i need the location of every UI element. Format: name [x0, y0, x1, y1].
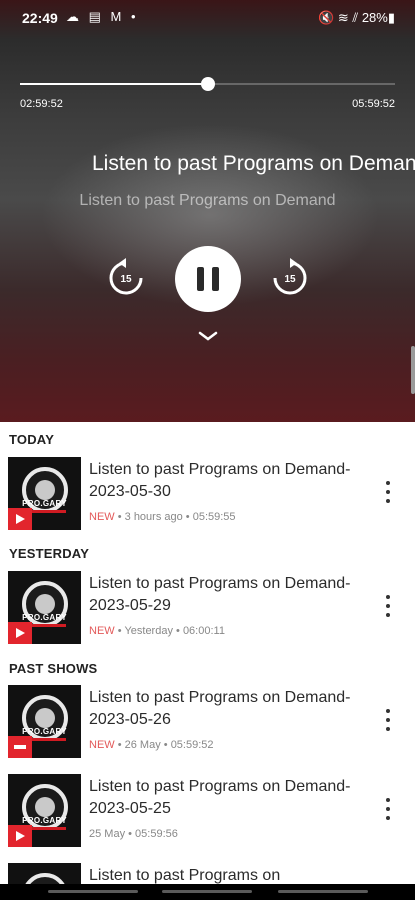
pause-icon	[197, 267, 204, 291]
episode-title: Listen to past Programs on Demand-2023-0…	[89, 689, 351, 728]
forward-15-button[interactable]: 15	[270, 258, 310, 298]
system-navigation-bar	[0, 884, 415, 900]
forward-15-icon: 15	[273, 258, 307, 295]
episode-thumbnail: PRO.GARY	[8, 774, 81, 847]
nav-home[interactable]	[162, 890, 252, 893]
rewind-seconds-label: 15	[120, 274, 132, 285]
collapse-chevron-icon[interactable]	[198, 330, 218, 342]
thumbnail-brand: PRO.GARY	[22, 613, 67, 622]
episode-thumbnail: PRO.GARY	[8, 457, 81, 530]
episode-duration: 05:59:55	[192, 511, 236, 523]
scrollbar-handle[interactable]	[411, 346, 415, 394]
thumbnail-brand: PRO.GARY	[22, 816, 67, 825]
section-title-past-shows: PAST SHOWS	[9, 661, 98, 676]
episode-list: TODAY YESTERDAY PAST SHOWS PRO.GARY List…	[0, 422, 415, 900]
total-time: 05:59:52	[352, 98, 395, 110]
system-icons: 🔇 ≋ ⫽ 28%▮	[318, 10, 395, 25]
notification-icons: ☁ ▤ M •	[66, 9, 139, 24]
nav-recents[interactable]	[48, 890, 138, 893]
play-badge-icon[interactable]	[8, 508, 32, 530]
thumbnail-brand: PRO.GARY	[22, 727, 67, 736]
new-badge: NEW	[89, 739, 115, 751]
episode-meta: NEW • Yesterday • 06:00:11	[89, 625, 225, 637]
thumbnail-brand: PRO.GARY	[22, 499, 67, 508]
episode-title: Listen to past Programs on Demand-2023-0…	[89, 461, 351, 500]
pause-button[interactable]	[175, 246, 241, 312]
new-badge: NEW	[89, 511, 115, 523]
play-badge-icon[interactable]	[8, 825, 32, 847]
play-badge-icon[interactable]	[8, 622, 32, 644]
episode-duration: 06:00:11	[182, 625, 225, 637]
more-options-icon[interactable]	[376, 593, 400, 623]
episode-date: 25 May	[89, 828, 126, 840]
episode-duration: 05:59:52	[170, 739, 214, 751]
seek-bar-progress	[20, 83, 208, 85]
seek-bar-thumb[interactable]	[200, 77, 215, 91]
now-playing-subtitle: Listen to past Programs on Demand	[79, 192, 336, 209]
episode-title: Listen to past Programs on Demand-2023-0…	[89, 778, 351, 817]
episode-title: Listen to past Programs on Demand-2023-0…	[89, 575, 351, 614]
episode-thumbnail: PRO.GARY	[8, 685, 81, 758]
now-playing-title: Listen to past Programs on Demand	[92, 152, 415, 175]
forward-seconds-label: 15	[284, 274, 296, 285]
rewind-15-button[interactable]: 15	[106, 258, 146, 298]
more-options-icon[interactable]	[376, 707, 400, 737]
section-title-today: TODAY	[9, 432, 55, 447]
episode-date: 3 hours ago	[124, 511, 183, 523]
more-options-icon[interactable]	[376, 479, 400, 509]
playing-badge-icon[interactable]	[8, 736, 32, 758]
episode-date: 26 May	[124, 739, 161, 751]
nav-back[interactable]	[278, 890, 368, 893]
new-badge: NEW	[89, 625, 115, 637]
seek-bar[interactable]	[20, 77, 395, 91]
elapsed-time: 02:59:52	[20, 98, 63, 110]
more-options-icon[interactable]	[376, 796, 400, 826]
now-playing-panel: 22:49 ☁ ▤ M • 🔇 ≋ ⫽ 28%▮ 02:59:52 05:59:…	[0, 0, 415, 422]
episode-meta: NEW • 3 hours ago • 05:59:55	[89, 511, 236, 523]
status-bar: 22:49 ☁ ▤ M • 🔇 ≋ ⫽ 28%▮	[0, 0, 415, 36]
list-item[interactable]: PRO.GARY Listen to past Programs on Dema…	[0, 457, 415, 537]
episode-thumbnail: PRO.GARY	[8, 571, 81, 644]
episode-date: Yesterday	[124, 625, 173, 637]
episode-duration: 05:59:56	[135, 828, 178, 840]
rewind-15-icon: 15	[109, 258, 143, 295]
list-item[interactable]: PRO.GARY Listen to past Programs on Dema…	[0, 685, 415, 765]
list-item[interactable]: PRO.GARY Listen to past Programs on Dema…	[0, 571, 415, 651]
episode-meta: NEW • 26 May • 05:59:52	[89, 739, 214, 751]
section-title-yesterday: YESTERDAY	[9, 546, 90, 561]
list-item[interactable]: PRO.GARY Listen to past Programs on Dema…	[0, 774, 415, 854]
episode-meta: 25 May • 05:59:56	[89, 828, 178, 840]
status-time: 22:49	[22, 10, 58, 26]
